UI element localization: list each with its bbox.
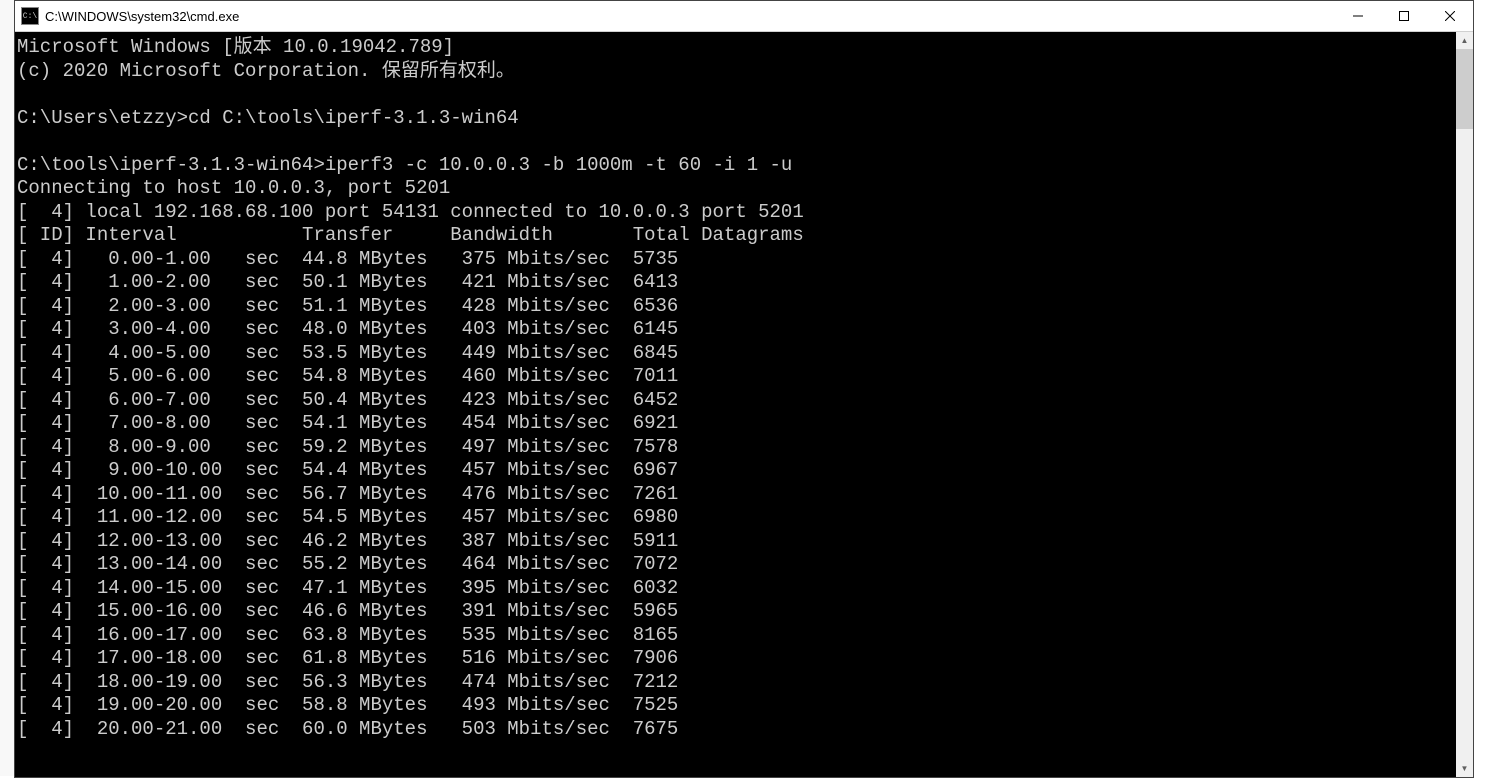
scroll-down-arrow[interactable]: ▼ bbox=[1456, 760, 1473, 777]
maximize-button[interactable] bbox=[1381, 1, 1427, 31]
terminal-output[interactable]: Microsoft Windows [版本 10.0.19042.789] (c… bbox=[15, 32, 1456, 777]
scroll-track[interactable] bbox=[1456, 49, 1473, 760]
window-controls bbox=[1335, 1, 1473, 31]
scrollbar[interactable]: ▲ ▼ bbox=[1456, 32, 1473, 777]
terminal-area: Microsoft Windows [版本 10.0.19042.789] (c… bbox=[15, 32, 1473, 777]
close-button[interactable] bbox=[1427, 1, 1473, 31]
cmd-icon: C:\ bbox=[21, 7, 39, 25]
background-strip bbox=[0, 0, 14, 776]
close-icon bbox=[1445, 11, 1455, 21]
scroll-up-arrow[interactable]: ▲ bbox=[1456, 32, 1473, 49]
titlebar[interactable]: C:\ C:\WINDOWS\system32\cmd.exe bbox=[15, 1, 1473, 32]
titlebar-left: C:\ C:\WINDOWS\system32\cmd.exe bbox=[15, 7, 239, 25]
maximize-icon bbox=[1399, 11, 1409, 21]
window-title: C:\WINDOWS\system32\cmd.exe bbox=[45, 9, 239, 24]
minimize-button[interactable] bbox=[1335, 1, 1381, 31]
scroll-thumb[interactable] bbox=[1456, 49, 1473, 129]
minimize-icon bbox=[1353, 11, 1363, 21]
cmd-window: C:\ C:\WINDOWS\system32\cmd.exe Microsof… bbox=[14, 0, 1474, 778]
